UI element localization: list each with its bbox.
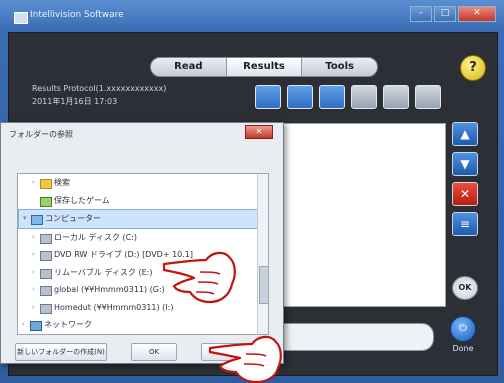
window-controls: – □ ✕ [410, 6, 496, 22]
folder-icon [40, 179, 52, 189]
power-icon: ⏻ [450, 316, 476, 342]
tab-read[interactable]: Read [151, 58, 226, 76]
expand-caret-icon[interactable]: › [32, 281, 35, 299]
done-label: Done [452, 344, 474, 353]
expand-caret-icon[interactable]: › [32, 174, 35, 192]
expand-caret-icon[interactable]: ▾ [23, 210, 27, 228]
dialog-close-button[interactable]: ✕ [245, 125, 273, 139]
pointing-hand-icon [162, 251, 236, 304]
down-arrow-icon[interactable] [383, 85, 409, 109]
details-button[interactable]: ≡ [452, 212, 478, 236]
tab-bar: Read Results Tools [150, 57, 378, 77]
game-icon [40, 196, 52, 207]
done-button[interactable]: ⏻ Done [444, 316, 482, 358]
tree-item-label: コンピューター [45, 214, 101, 223]
side-toolbar: ▲ ▼ ✕ ≡ [452, 122, 482, 242]
expand-caret-icon[interactable]: › [32, 246, 35, 264]
up-arrow-icon[interactable] [351, 85, 377, 109]
pointing-hand-icon [208, 335, 282, 383]
disk-icon [40, 268, 52, 279]
result-name: Results Protocol(1.xxxxxxxxxxxx) [32, 84, 167, 93]
ok-button[interactable]: OK [452, 276, 478, 300]
expand-caret-icon[interactable]: › [22, 334, 25, 335]
tab-tools[interactable]: Tools [302, 58, 377, 76]
tree-item-label: 保存したゲーム [54, 195, 110, 205]
minimize-button[interactable]: – [410, 6, 432, 22]
expand-caret-icon[interactable]: › [32, 299, 35, 317]
disk-icon [40, 233, 52, 244]
tree-item-label: リムーバブル ディスク (E:) [54, 267, 153, 277]
tree-item-label: 検索 [54, 178, 70, 187]
tree-item-label: ローカル ディスク (C:) [54, 232, 138, 242]
expand-caret-icon[interactable]: › [32, 264, 35, 282]
expand-caret-icon[interactable]: › [32, 229, 35, 247]
save-icon[interactable] [255, 85, 281, 109]
computer-icon [31, 215, 43, 225]
tab-results[interactable]: Results [225, 58, 303, 76]
move-down-button[interactable]: ▼ [452, 152, 478, 176]
disk-icon [40, 303, 52, 314]
help-button[interactable]: ? [460, 55, 486, 81]
tree-item-label: ネットワーク [44, 320, 92, 329]
move-up-button[interactable]: ▲ [452, 122, 478, 146]
dialog-message [15, 145, 255, 165]
net-icon [30, 321, 42, 331]
close-button[interactable]: ✕ [458, 6, 496, 22]
result-date: 2011年1月16日 17:03 [32, 97, 118, 106]
dialog-title: フォルダーの参照 [9, 130, 73, 139]
monitor-icon[interactable] [287, 85, 313, 109]
tree-item[interactable]: 保存したゲーム [18, 192, 268, 210]
new-folder-button[interactable]: 新しいフォルダーの作成(N) [15, 343, 107, 361]
result-info: Results Protocol(1.xxxxxxxxxxxx) 2011年1月… [32, 82, 252, 112]
dialog-ok-button[interactable]: OK [131, 343, 177, 361]
scroll-thumb[interactable] [259, 266, 268, 304]
tree-item[interactable]: › 検索 [18, 174, 268, 192]
delete-button[interactable]: ✕ [452, 182, 478, 206]
open-folder-icon[interactable] [415, 85, 441, 109]
tree-scrollbar[interactable] [257, 174, 268, 334]
disk-icon [40, 251, 52, 261]
tree-item-label: Homedut (¥¥Hmmm0311) (I:) [54, 302, 174, 312]
tree-item-label: global (¥¥Hmmm0311) (G:) [54, 285, 165, 294]
expand-caret-icon[interactable]: › [22, 316, 25, 334]
tree-item[interactable]: ▾ コンピューター [18, 209, 268, 229]
toolbar [255, 85, 441, 109]
window-title: Intellivision Software [30, 10, 124, 20]
tree-item-label: コントロール パネル [44, 334, 119, 335]
app-icon [14, 12, 28, 24]
path-field[interactable] [272, 323, 434, 351]
maximize-button[interactable]: □ [434, 6, 456, 22]
results-list[interactable] [272, 123, 446, 307]
edit-icon[interactable] [319, 85, 345, 109]
disk-icon [40, 286, 52, 296]
